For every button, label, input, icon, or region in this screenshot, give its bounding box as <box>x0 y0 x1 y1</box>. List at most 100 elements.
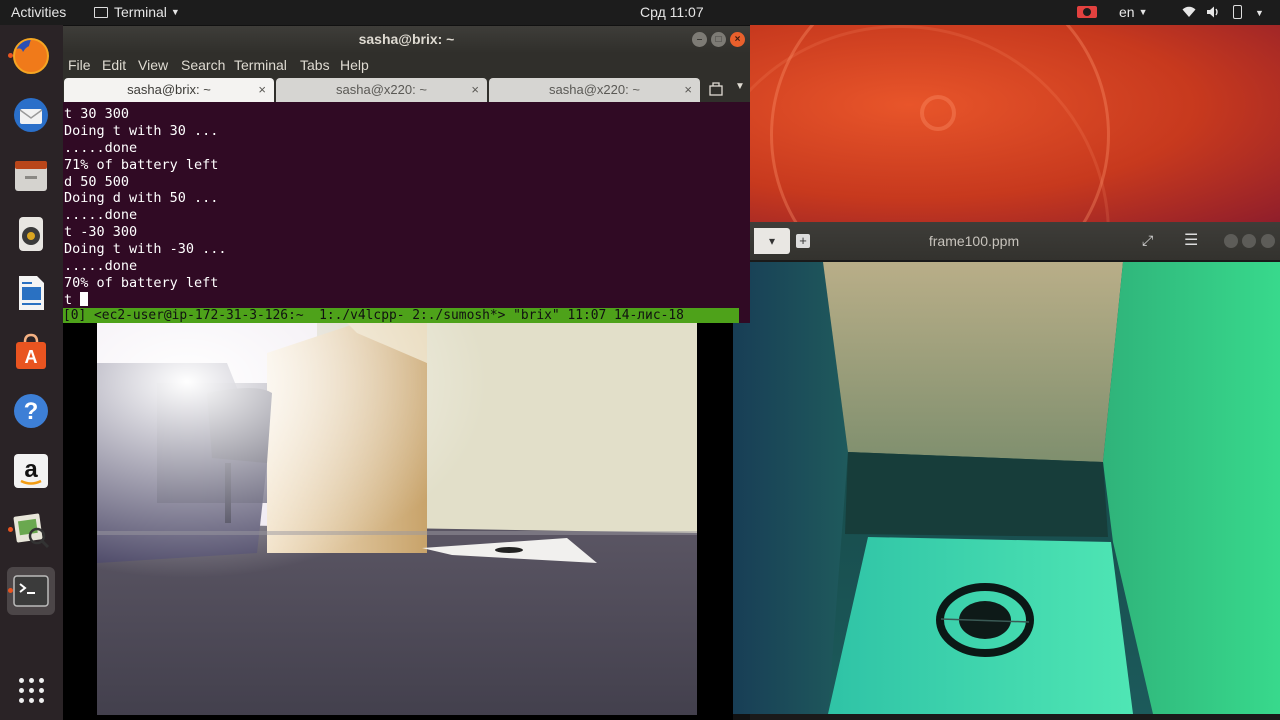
maximize-button[interactable]: □ <box>711 32 726 47</box>
close-button[interactable]: × <box>730 32 745 47</box>
svg-text:?: ? <box>24 398 39 425</box>
close-tab-icon[interactable]: × <box>258 78 266 102</box>
software-store-icon: A <box>16 333 46 369</box>
activities-button[interactable]: Activities <box>11 4 66 20</box>
viewer-title: frame100.ppm <box>928 233 1020 249</box>
terminal-tab-bar: sasha@brix: ~ × sasha@x220: ~ × sasha@x220… <box>63 77 750 102</box>
chevron-down-icon: ▼ <box>170 7 180 17</box>
svg-text:a: a <box>24 456 38 483</box>
top-bar: Activities Terminal ▼ Срд 11:07 en ▼ ▼ <box>0 0 1280 25</box>
firefox-icon <box>13 38 49 74</box>
dock-item-amazon[interactable]: a <box>7 447 55 495</box>
terminal-line: t -30 300 <box>64 224 138 241</box>
desktop-wallpaper <box>750 25 1280 225</box>
menu-file[interactable]: File <box>68 57 91 73</box>
terminal-cursor <box>80 291 89 306</box>
camera-feed-left[interactable] <box>97 323 697 715</box>
tab-brix[interactable]: sasha@brix: ~ × <box>64 78 274 102</box>
terminal-titlebar[interactable]: sasha@brix: ~ <box>63 26 750 53</box>
close-tab-icon[interactable]: × <box>471 78 479 102</box>
running-indicator <box>8 527 13 532</box>
help-icon: ? <box>14 394 48 428</box>
chevron-down-icon: ▼ <box>1138 7 1148 17</box>
wifi-icon[interactable] <box>1182 6 1196 18</box>
menu-tabs[interactable]: Tabs <box>300 57 330 73</box>
show-applications-button[interactable] <box>7 666 55 714</box>
menu-edit[interactable]: Edit <box>102 57 126 73</box>
dock-item-help[interactable]: ? <box>7 387 55 435</box>
amazon-icon: a <box>14 454 48 488</box>
menu-view[interactable]: View <box>138 57 168 73</box>
svg-text:A: A <box>25 347 38 367</box>
image-viewer-window: ▾ + frame100.ppm ⤢ ☰ <box>733 222 1280 720</box>
dock-item-rhythmbox[interactable] <box>7 210 55 258</box>
dock-item-thunderbird[interactable] <box>7 91 55 139</box>
dock-item-files[interactable] <box>7 151 55 199</box>
running-indicator <box>8 588 13 593</box>
viewer-headerbar[interactable]: ▾ + frame100.ppm ⤢ ☰ <box>750 222 1280 260</box>
terminal-line: d 50 500 <box>64 173 130 190</box>
tab-label: sasha@x220: ~ <box>549 82 640 97</box>
clock[interactable]: Срд 11:07 <box>640 4 704 20</box>
apps-grid-icon <box>18 677 44 703</box>
mail-icon <box>14 98 48 132</box>
camera-feed-right[interactable] <box>733 262 1280 714</box>
minimize-button[interactable]: – <box>692 32 707 47</box>
tab-label: sasha@x220: ~ <box>336 82 427 97</box>
tmux-status-bar: [0] <ec2-user@ip-172-31-3-126:~ 1:./v4lc… <box>63 308 739 323</box>
terminal-small-icon <box>94 7 108 18</box>
tab-x220-2[interactable]: sasha@x220: ~ × <box>489 78 700 102</box>
menu-help[interactable]: Help <box>340 57 369 73</box>
terminal-line: Doing t with 30 ... <box>64 122 219 139</box>
terminal-prompt: t <box>64 291 81 308</box>
terminal-line: t 30 300 <box>64 106 130 122</box>
menu-search[interactable]: Search <box>181 57 225 73</box>
app-menu-label: Terminal <box>114 4 167 20</box>
screen-record-icon[interactable] <box>1077 6 1097 18</box>
terminal-window: sasha@brix: ~ – □ × File Edit View Searc… <box>63 26 750 323</box>
terminal-line: .....done <box>64 207 138 224</box>
app-menu-button[interactable]: Terminal ▼ <box>94 4 180 20</box>
dock-item-image-viewer[interactable] <box>7 506 55 554</box>
language-indicator[interactable]: en ▼ <box>1119 4 1148 20</box>
terminal-scrollbar[interactable] <box>745 102 749 323</box>
terminal-line: 71% of battery left <box>64 156 219 173</box>
dock-item-software[interactable]: A <box>7 328 55 376</box>
dock-item-terminal[interactable] <box>7 567 55 615</box>
dock-item-firefox[interactable] <box>7 32 55 80</box>
desktop: Activities Terminal▼ Срд 11:07 en▼ ▼ A <box>0 0 1280 720</box>
terminal-line: 70% of battery left <box>64 274 219 291</box>
terminal-line: .....done <box>64 139 138 156</box>
minimize-button[interactable] <box>1224 234 1238 248</box>
video-window <box>63 323 733 720</box>
terminal-line: Doing t with -30 ... <box>64 241 227 258</box>
files-icon <box>15 161 47 191</box>
terminal-output[interactable]: t 30 300 Doing t with 30 ... .....done 7… <box>63 102 750 323</box>
terminal-prompt-line[interactable]: t <box>64 291 750 309</box>
tab-label: sasha@brix: ~ <box>127 82 211 97</box>
image-viewer-icon <box>13 513 50 549</box>
language-label: en <box>1119 4 1135 20</box>
tab-x220-1[interactable]: sasha@x220: ~ × <box>276 78 487 102</box>
hamburger-menu-icon[interactable]: ☰ <box>1184 230 1198 250</box>
maximize-button[interactable] <box>1242 234 1256 248</box>
tab-list-dropdown-icon[interactable]: ▼ <box>735 81 745 92</box>
dock: A ? a <box>0 25 63 720</box>
music-icon <box>19 217 43 251</box>
volume-icon[interactable] <box>1206 5 1220 19</box>
document-icon <box>19 276 44 310</box>
terminal-line: Doing d with 50 ... <box>64 190 219 207</box>
dock-item-writer[interactable] <box>7 269 55 317</box>
menu-terminal[interactable]: Terminal <box>234 57 287 73</box>
new-tab-icon[interactable] <box>709 82 723 96</box>
terminal-menubar: File Edit View Search Terminal Tabs Help <box>63 53 750 77</box>
window-title: sasha@brix: ~ <box>358 31 455 47</box>
running-indicator <box>8 53 13 58</box>
close-button[interactable] <box>1261 234 1275 248</box>
battery-icon[interactable] <box>1233 5 1242 19</box>
fullscreen-icon[interactable]: ⤢ <box>1142 232 1153 249</box>
terminal-icon <box>13 575 49 607</box>
chevron-down-icon[interactable]: ▼ <box>1255 8 1264 18</box>
terminal-line: .....done <box>64 258 138 275</box>
close-tab-icon[interactable]: × <box>684 78 692 102</box>
